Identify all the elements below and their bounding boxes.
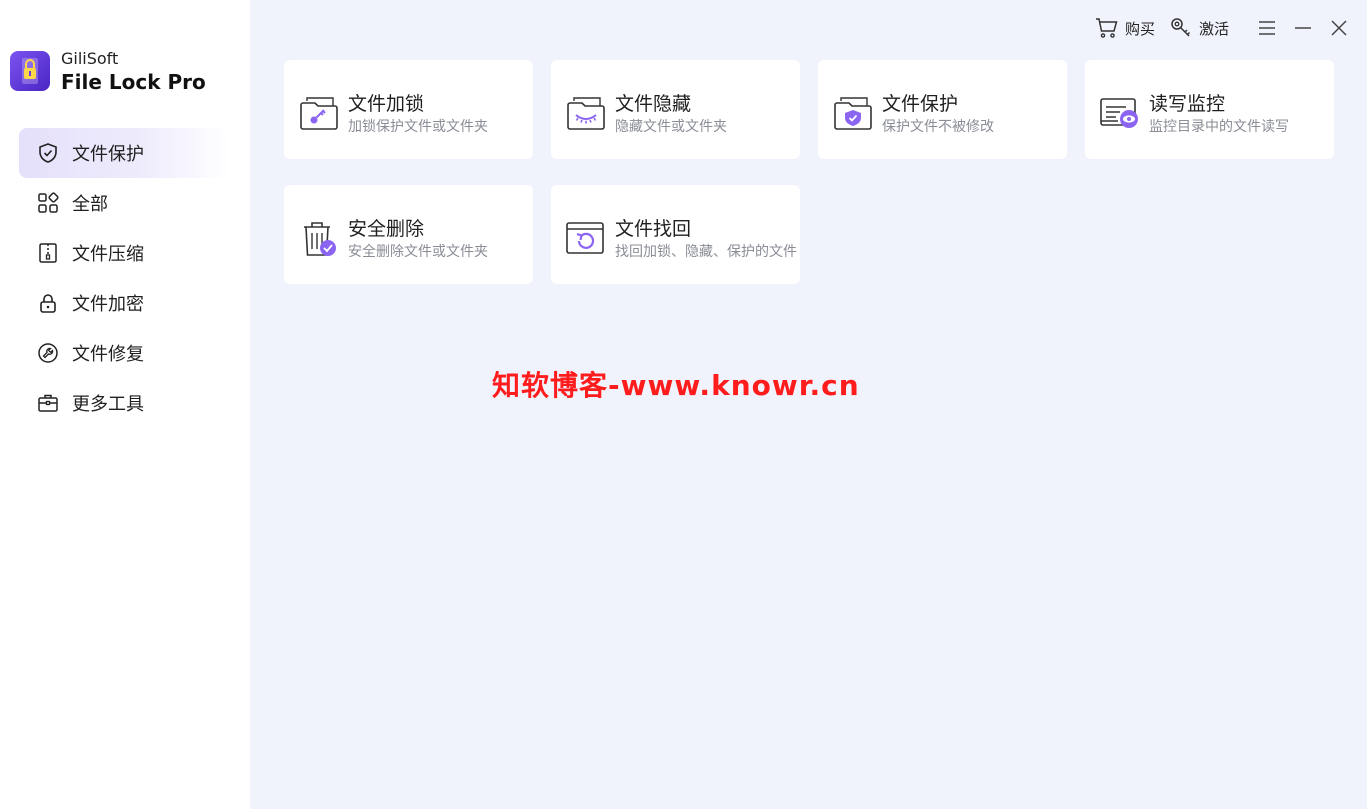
shield-icon: [36, 141, 60, 165]
sidebar: GiliSoft File Lock Pro 文件保护 全部 文件压缩 文件加密…: [0, 0, 250, 809]
card-desc: 保护文件不被修改: [882, 119, 994, 135]
brand-company: GiliSoft: [61, 49, 119, 68]
minimize-icon: [1295, 27, 1311, 29]
sidebar-nav: 文件保护 全部 文件压缩 文件加密 文件修复 更多工具: [19, 128, 229, 428]
watermark-text: 知软博客-www.knowr.cn: [492, 369, 860, 402]
card-desc: 隐藏文件或文件夹: [615, 119, 727, 135]
folder-hidden-icon: [564, 93, 608, 137]
card-desc: 安全删除文件或文件夹: [348, 244, 488, 260]
sidebar-item-more-tools[interactable]: 更多工具: [19, 378, 229, 428]
lock-icon: [36, 291, 60, 315]
brand-product: File Lock Pro: [61, 69, 206, 94]
close-icon: [1331, 20, 1347, 36]
sidebar-item-label: 文件修复: [72, 344, 144, 365]
app-window: GiliSoft File Lock Pro 文件保护 全部 文件压缩 文件加密…: [0, 0, 1367, 809]
grid-icon: [36, 191, 60, 215]
card-title: 文件保护: [882, 93, 959, 115]
monitor-eye-icon: [1098, 93, 1142, 137]
brand: GiliSoft File Lock Pro: [10, 50, 206, 93]
card-file-lock[interactable]: 文件加锁 加锁保护文件或文件夹: [284, 60, 533, 159]
sidebar-item-all[interactable]: 全部: [19, 178, 229, 228]
sidebar-item-file-encrypt[interactable]: 文件加密: [19, 278, 229, 328]
sidebar-item-label: 更多工具: [72, 394, 144, 415]
cart-icon: [1095, 16, 1119, 40]
card-file-hide[interactable]: 文件隐藏 隐藏文件或文件夹: [551, 60, 800, 159]
card-title: 文件加锁: [348, 93, 425, 115]
folder-shield-icon: [831, 93, 875, 137]
card-title: 文件隐藏: [615, 93, 692, 115]
card-title: 文件找回: [615, 218, 692, 240]
card-title: 读写监控: [1149, 93, 1226, 115]
buy-button[interactable]: 购买: [1095, 16, 1155, 40]
folder-key-icon: [297, 93, 341, 137]
card-desc: 监控目录中的文件读写: [1149, 119, 1289, 135]
menu-button[interactable]: [1255, 16, 1279, 40]
card-rw-monitor[interactable]: 读写监控 监控目录中的文件读写: [1085, 60, 1334, 159]
card-title: 安全删除: [348, 218, 425, 240]
close-button[interactable]: [1327, 16, 1351, 40]
minimize-button[interactable]: [1291, 16, 1315, 40]
wrench-icon: [36, 341, 60, 365]
zip-icon: [36, 241, 60, 265]
app-logo-icon: [10, 51, 50, 92]
activate-button[interactable]: 激活: [1169, 16, 1229, 40]
card-secure-delete[interactable]: 安全删除 安全删除文件或文件夹: [284, 185, 533, 284]
sidebar-item-label: 文件压缩: [72, 244, 144, 265]
hamburger-icon: [1259, 21, 1275, 35]
key-icon: [1169, 16, 1193, 40]
sidebar-item-file-repair[interactable]: 文件修复: [19, 328, 229, 378]
window-restore-icon: [564, 218, 608, 262]
card-file-recover[interactable]: 文件找回 找回加锁、隐藏、保护的文件: [551, 185, 800, 284]
card-desc: 找回加锁、隐藏、保护的文件: [615, 244, 797, 260]
activate-label: 激活: [1198, 19, 1229, 38]
sidebar-item-label: 文件加密: [72, 294, 144, 315]
toolbox-icon: [36, 391, 60, 415]
title-bar: 购买 激活: [1095, 15, 1351, 41]
buy-label: 购买: [1124, 19, 1155, 38]
sidebar-item-label: 全部: [72, 194, 108, 215]
sidebar-item-label: 文件保护: [72, 144, 144, 165]
trash-check-icon: [297, 218, 341, 262]
sidebar-item-file-compress[interactable]: 文件压缩: [19, 228, 229, 278]
card-desc: 加锁保护文件或文件夹: [348, 119, 488, 135]
card-file-protect[interactable]: 文件保护 保护文件不被修改: [818, 60, 1067, 159]
sidebar-item-file-protection[interactable]: 文件保护: [19, 128, 229, 178]
